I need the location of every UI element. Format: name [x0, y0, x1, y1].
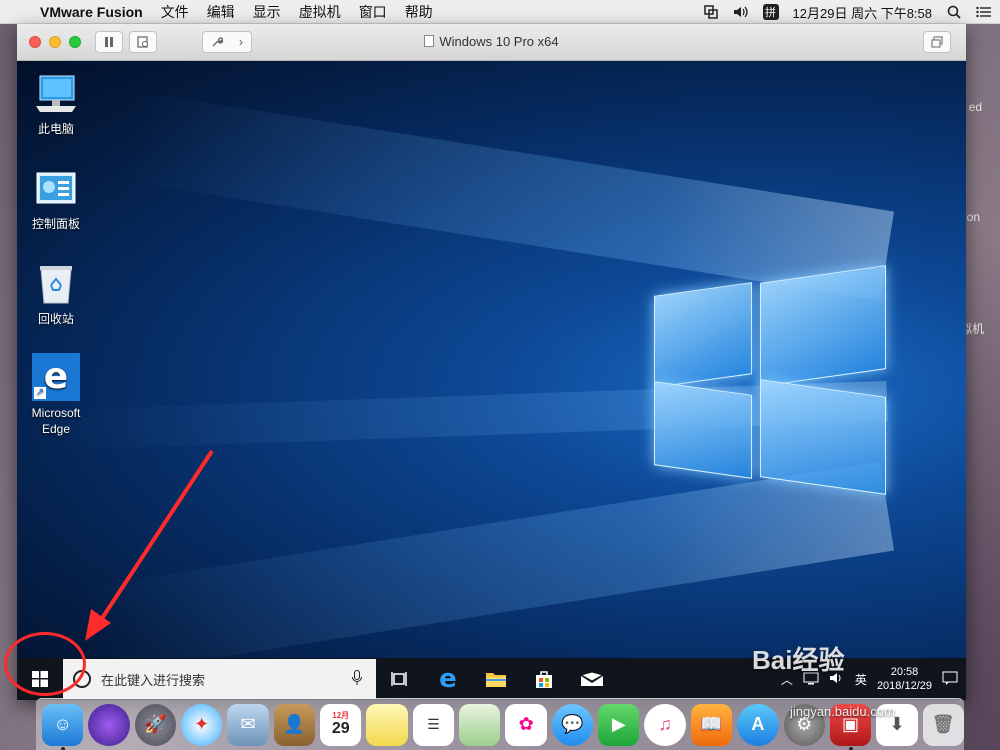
finder-icon[interactable]: ☺: [42, 703, 84, 750]
desktop-icon-label: Microsoft Edge: [31, 406, 81, 436]
control-panel-icon: [33, 166, 79, 212]
windows-overlap-icon: [931, 36, 943, 48]
windows-desktop[interactable]: 此电脑 控制面板 回收站 e ↗ Microsoft Edge: [17, 61, 966, 658]
facetime-icon[interactable]: ▶: [598, 703, 640, 746]
vmware-status-icon[interactable]: [703, 5, 719, 19]
taskbar-edge-button[interactable]: e: [424, 658, 472, 700]
desktop-icon-label: 此电脑: [37, 122, 74, 136]
taskbar-file-explorer-button[interactable]: [472, 658, 520, 700]
logo-pane: [760, 379, 886, 495]
menu-edit[interactable]: 编辑: [207, 2, 235, 22]
logo-pane: [654, 381, 752, 479]
store-bag-icon: [536, 671, 552, 688]
ime-indicator[interactable]: 英: [855, 671, 867, 688]
ibooks-icon[interactable]: 📖: [690, 703, 733, 746]
calendar-icon[interactable]: 12月 29: [320, 703, 362, 746]
desktop-icon-label: 控制面板: [31, 217, 80, 231]
spotlight-search-icon[interactable]: [946, 5, 962, 19]
edge-icon: e ↗: [32, 353, 80, 401]
volume-icon[interactable]: [733, 5, 749, 19]
app-store-icon[interactable]: A: [737, 703, 779, 746]
action-center-icon[interactable]: [942, 671, 958, 688]
document-icon: [424, 35, 435, 47]
task-view-icon: [391, 672, 407, 686]
logo-pane: [654, 282, 752, 388]
messages-icon[interactable]: 💬: [551, 703, 594, 746]
itunes-icon[interactable]: ♫: [644, 703, 686, 746]
computer-icon: [33, 71, 79, 117]
vmware-window: › Windows 10 Pro x64 此电脑 控制面板 回收站 e ↗ Mi…: [17, 24, 966, 700]
maps-icon[interactable]: [459, 703, 501, 746]
trash-icon[interactable]: 🗑: [922, 703, 964, 746]
desktop-icon-this-pc[interactable]: 此电脑: [18, 71, 94, 137]
mac-menu-bar: VMware Fusion 文件 编辑 显示 虚拟机 窗口 帮助 拼 12月29…: [0, 0, 1000, 24]
search-placeholder: 在此键入进行搜索: [101, 672, 206, 688]
menu-app-name[interactable]: VMware Fusion: [40, 4, 143, 20]
menu-view[interactable]: 显示: [253, 2, 281, 22]
edge-taskbar-icon: e: [439, 664, 457, 694]
desktop-icon-recycle-bin[interactable]: 回收站: [18, 261, 94, 327]
menu-window[interactable]: 窗口: [359, 2, 387, 22]
logo-pane: [760, 265, 886, 387]
input-method-icon[interactable]: 拼: [762, 4, 779, 20]
taskbar-time: 20:58: [890, 666, 919, 678]
taskbar-date: 2018/12/29: [876, 680, 932, 692]
mac-desktop-label: on: [966, 210, 980, 224]
baidu-watermark-url: jingyan.baidu.com: [790, 704, 895, 719]
mac-desktop-label: ed: [968, 100, 982, 114]
baidu-watermark: Bai经验: [752, 645, 845, 675]
menu-virtual-machine[interactable]: 虚拟机: [299, 2, 341, 22]
taskbar-clock[interactable]: 20:58 2018/12/29: [877, 665, 932, 693]
annotation-arrow: [85, 449, 214, 641]
desktop-icon-control-panel[interactable]: 控制面板: [18, 166, 94, 232]
calendar-month: 12月: [332, 711, 350, 720]
annotation-circle: [4, 632, 86, 696]
menu-help[interactable]: 帮助: [405, 2, 433, 22]
calendar-day: 29: [331, 720, 350, 737]
taskbar-store-button[interactable]: [520, 658, 568, 700]
windows-logo-wallpaper: [654, 265, 888, 498]
photos-icon[interactable]: ✿: [505, 703, 547, 746]
siri-icon[interactable]: [88, 703, 130, 746]
menu-clock[interactable]: 12月29日 周六 下午8:58: [793, 3, 932, 22]
vm-window-title: Windows 10 Pro x64: [17, 34, 966, 49]
desktop-icon-label: 回收站: [37, 312, 74, 326]
shortcut-arrow-icon: ↗: [34, 387, 46, 399]
folder-icon: [486, 673, 506, 687]
taskbar-mail-button[interactable]: [568, 658, 616, 700]
reminders-icon[interactable]: ☰: [412, 703, 455, 746]
notification-center-icon[interactable]: [976, 5, 992, 19]
launchpad-icon[interactable]: 🚀: [134, 703, 177, 746]
unity-view-button[interactable]: [923, 31, 951, 53]
mail-icon: [580, 671, 604, 686]
mail-app-icon[interactable]: ✉: [227, 703, 269, 746]
vm-titlebar[interactable]: › Windows 10 Pro x64: [17, 24, 966, 61]
task-view-button[interactable]: [376, 658, 424, 700]
vm-title-text: Windows 10 Pro x64: [439, 34, 559, 49]
microphone-icon[interactable]: [352, 669, 362, 689]
contacts-icon[interactable]: 👤: [273, 703, 316, 746]
taskbar-search-box[interactable]: 在此键入进行搜索: [63, 659, 376, 699]
notes-icon[interactable]: [366, 703, 408, 746]
recycle-bin-icon: [33, 261, 79, 307]
menu-file[interactable]: 文件: [161, 2, 189, 22]
desktop-icon-edge[interactable]: e ↗ Microsoft Edge: [18, 353, 94, 437]
safari-icon[interactable]: ✦: [181, 703, 223, 746]
